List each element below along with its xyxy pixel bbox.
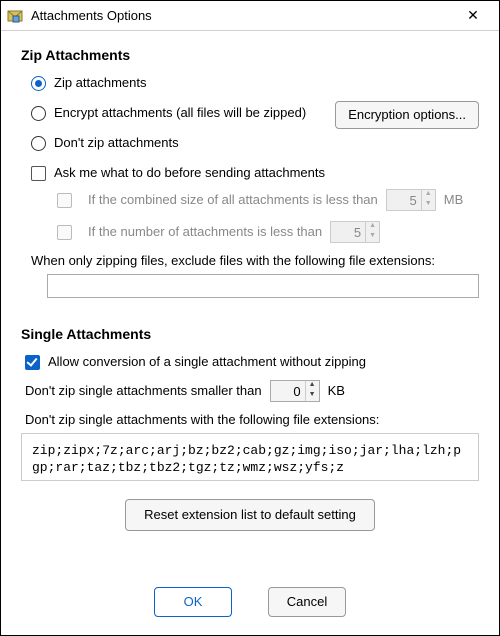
smaller-than-spinner[interactable]: 0 ▲▼ <box>270 380 320 402</box>
single-section-title: Single Attachments <box>21 326 479 342</box>
ask-count-label: If the number of attachments is less tha… <box>88 224 322 240</box>
ok-button[interactable]: OK <box>154 587 232 617</box>
ask-before-sending[interactable]: Ask me what to do before sending attachm… <box>21 165 479 181</box>
zip-option-dont[interactable]: Don't zip attachments <box>21 135 479 151</box>
spinner-up-icon: ▲ <box>366 222 379 232</box>
window-title: Attachments Options <box>31 8 453 23</box>
ask-count-spinner: 5 ▲▼ <box>330 221 380 243</box>
zip-option-dont-label: Don't zip attachments <box>54 135 179 151</box>
checkbox-icon <box>31 166 46 181</box>
ask-before-sending-label: Ask me what to do before sending attachm… <box>54 165 325 181</box>
smaller-than-value: 0 <box>271 384 305 399</box>
ask-size-row: If the combined size of all attachments … <box>21 189 479 211</box>
allow-conversion-label: Allow conversion of a single attachment … <box>48 354 366 370</box>
zip-option-encrypt[interactable]: Encrypt attachments (all files will be z… <box>21 105 479 121</box>
cancel-button[interactable]: Cancel <box>268 587 346 617</box>
checkbox-icon <box>25 355 40 370</box>
app-icon <box>7 8 25 24</box>
spinner-down-icon: ▼ <box>366 232 379 242</box>
checkbox-icon <box>57 225 72 240</box>
ask-count-value: 5 <box>331 225 365 240</box>
ask-size-label: If the combined size of all attachments … <box>88 192 378 208</box>
smaller-than-unit: KB <box>328 383 345 399</box>
radio-icon <box>31 136 46 151</box>
close-button[interactable]: ✕ <box>453 2 493 30</box>
zip-section-title: Zip Attachments <box>21 47 479 63</box>
titlebar: Attachments Options ✕ <box>1 1 499 31</box>
single-ext-input[interactable]: zip;zipx;7z;arc;arj;bz;bz2;cab;gz;img;is… <box>21 433 479 481</box>
zip-option-zip[interactable]: Zip attachments <box>21 75 479 91</box>
spinner-down-icon: ▼ <box>422 200 435 210</box>
radio-icon <box>31 76 46 91</box>
exclude-ext-label: When only zipping files, exclude files w… <box>31 253 479 268</box>
exclude-ext-input[interactable] <box>47 274 479 298</box>
dialog-footer: OK Cancel <box>1 587 499 617</box>
spinner-up-icon: ▲ <box>422 190 435 200</box>
dialog-content: Zip Attachments Zip attachments Encrypt … <box>1 31 499 531</box>
spinner-down-icon[interactable]: ▼ <box>306 391 319 401</box>
checkbox-icon <box>57 193 72 208</box>
spinner-up-icon[interactable]: ▲ <box>306 381 319 391</box>
zip-option-encrypt-label: Encrypt attachments (all files will be z… <box>54 105 306 121</box>
ask-size-spinner: 5 ▲▼ <box>386 189 436 211</box>
smaller-than-row: Don't zip single attachments smaller tha… <box>21 380 479 402</box>
reset-extensions-button[interactable]: Reset extension list to default setting <box>125 499 375 531</box>
ask-count-row: If the number of attachments is less tha… <box>21 221 479 243</box>
allow-conversion[interactable]: Allow conversion of a single attachment … <box>21 354 479 370</box>
single-ext-label: Don't zip single attachments with the fo… <box>25 412 479 427</box>
ask-size-value: 5 <box>387 193 421 208</box>
ask-size-unit: MB <box>444 192 464 208</box>
radio-icon <box>31 106 46 121</box>
zip-option-zip-label: Zip attachments <box>54 75 147 91</box>
encryption-options-button[interactable]: Encryption options... <box>335 101 479 129</box>
smaller-than-label: Don't zip single attachments smaller tha… <box>25 383 262 399</box>
